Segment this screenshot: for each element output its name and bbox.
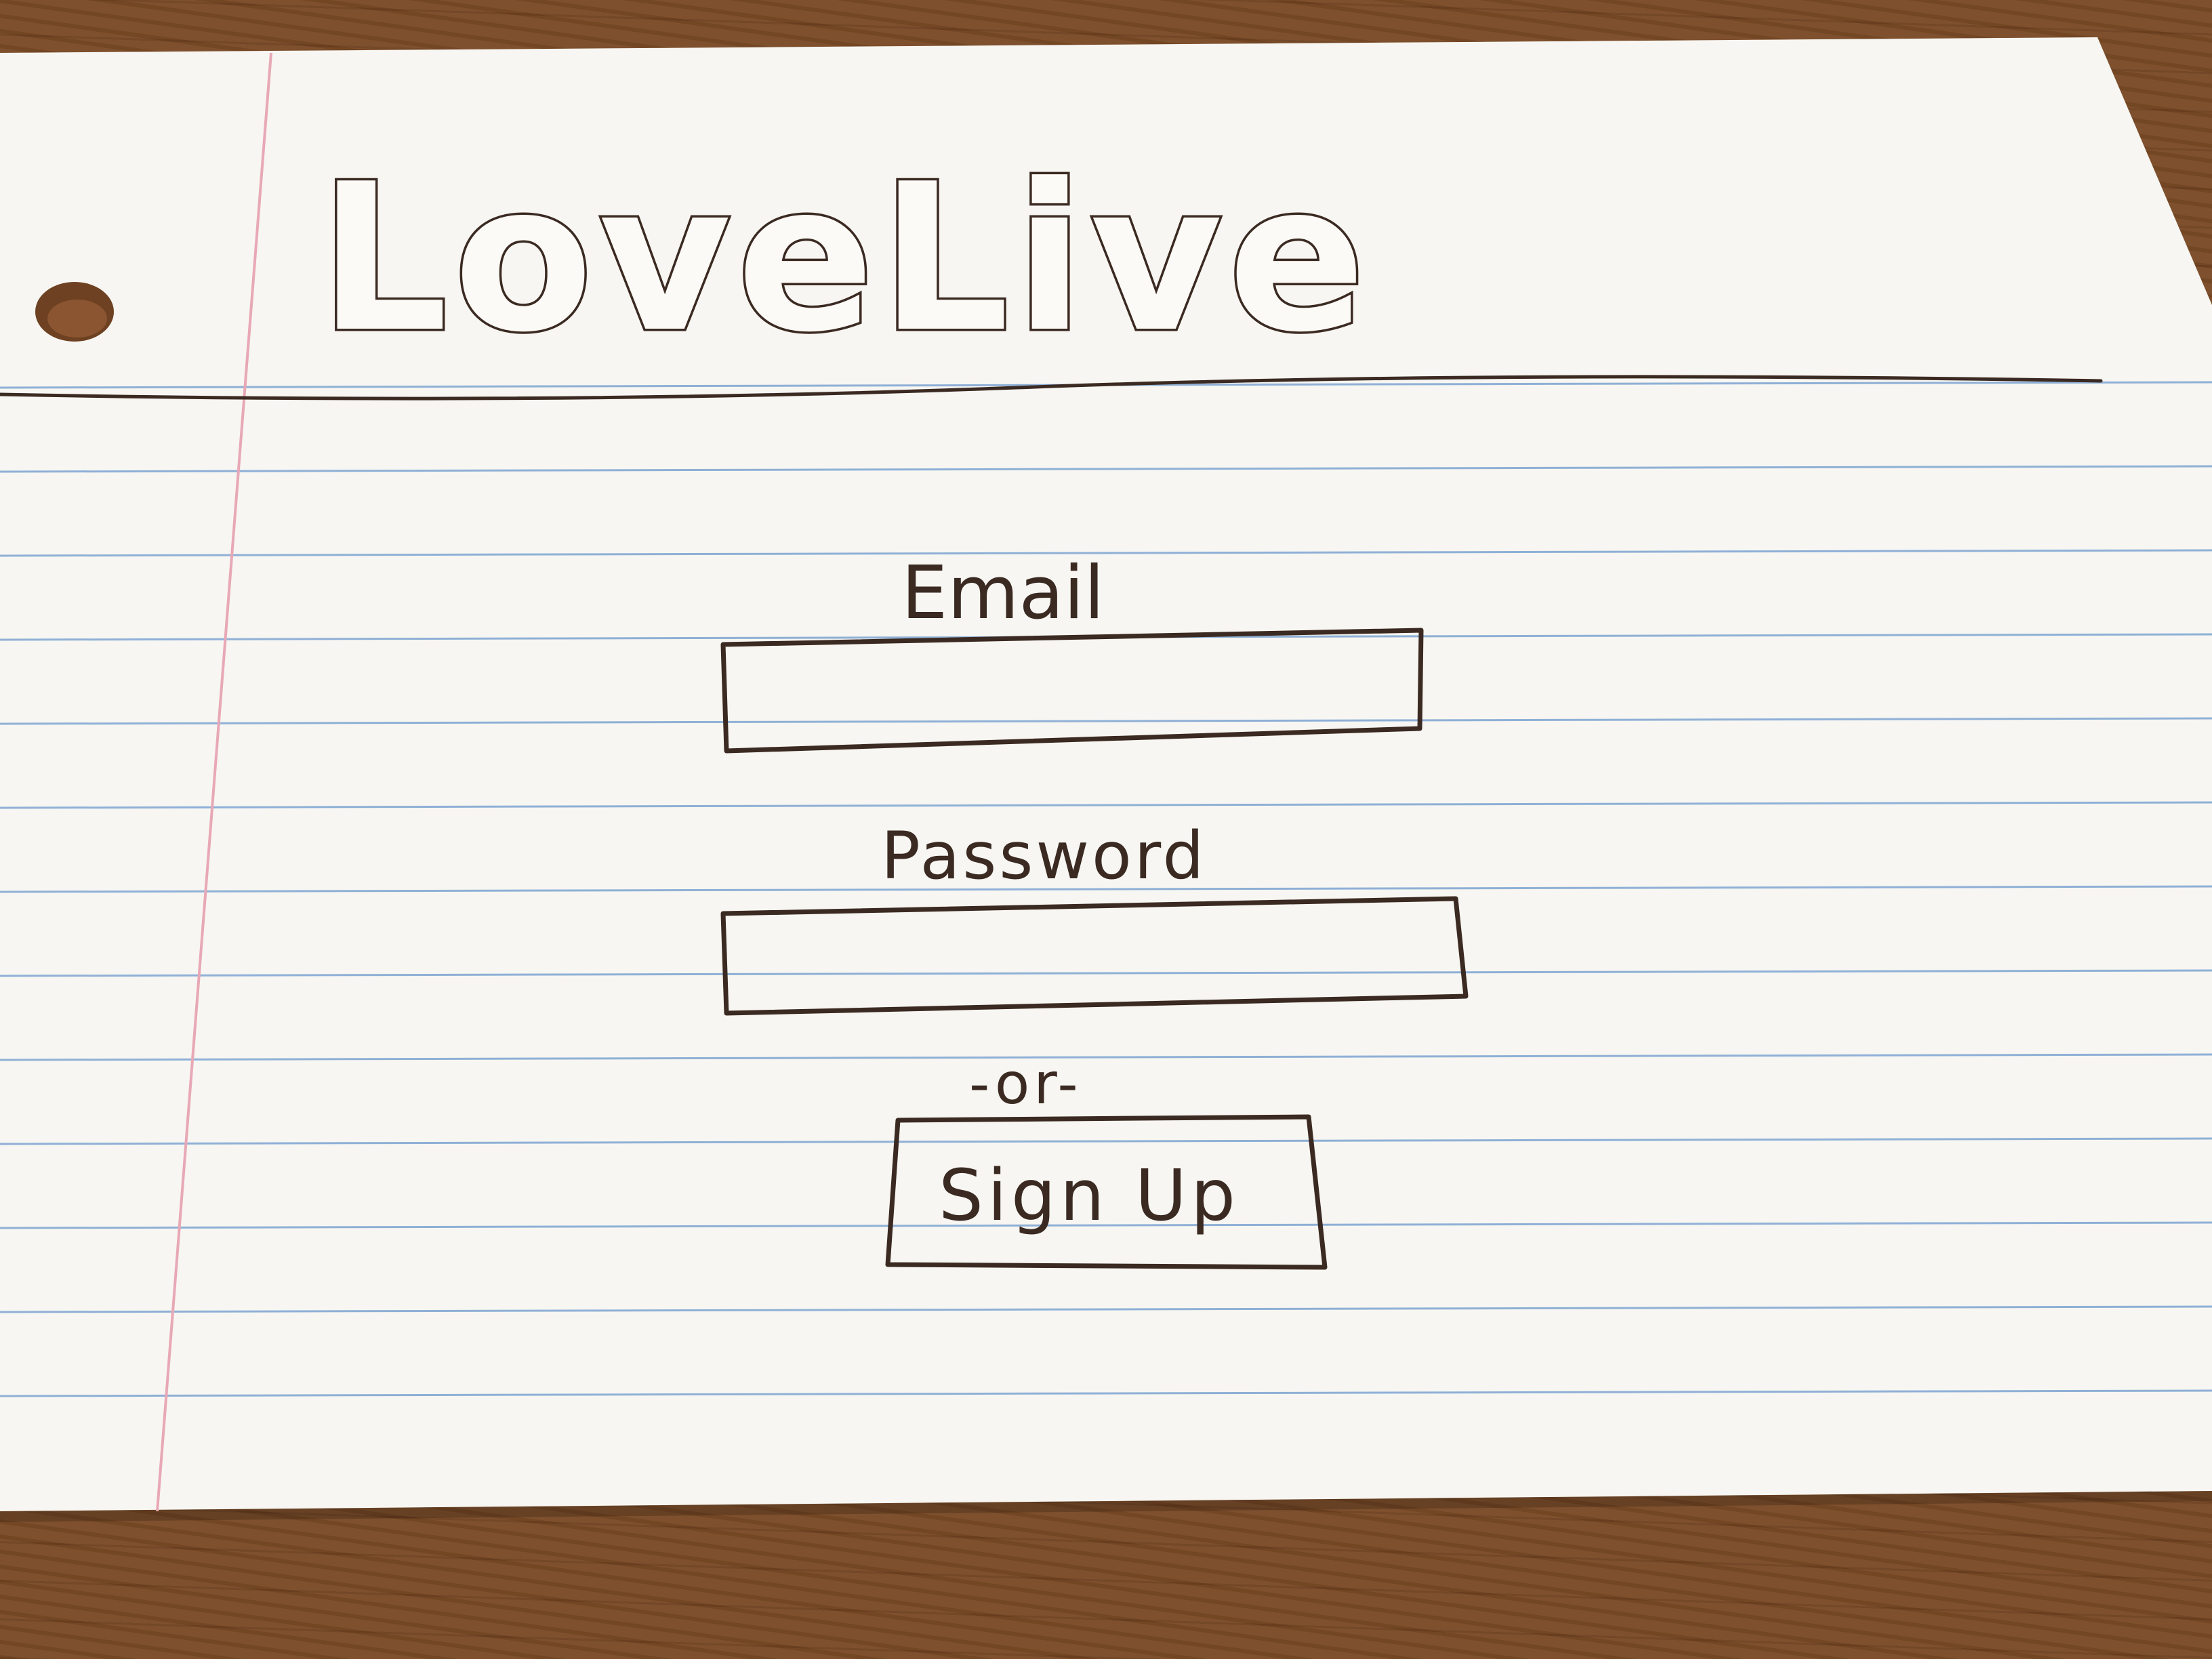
or-divider: -or- bbox=[969, 1050, 1082, 1117]
password-label: Password bbox=[881, 818, 1206, 894]
binder-hole-icon bbox=[35, 282, 114, 342]
email-label: Email bbox=[901, 551, 1105, 636]
sketch-scene: LoveLive Email Password -or- Sign Up bbox=[0, 37, 2212, 1522]
app-logo: LoveLive bbox=[319, 140, 1371, 377]
signup-button-label: Sign Up bbox=[939, 1154, 1240, 1237]
